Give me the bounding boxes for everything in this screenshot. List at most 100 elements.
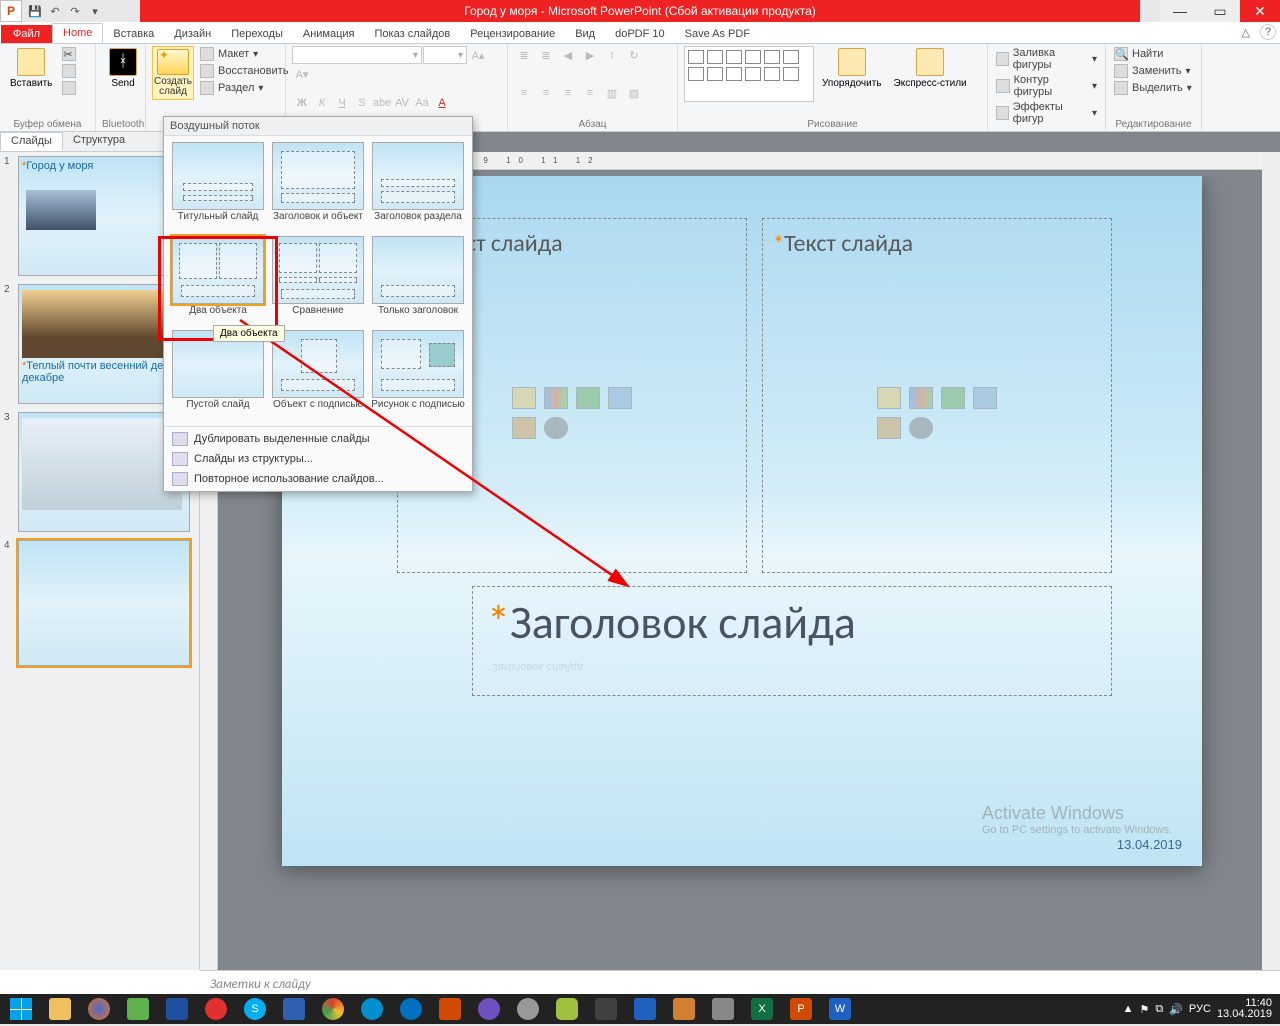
section-button[interactable]: Раздел ▾ — [198, 80, 290, 96]
indent-icon[interactable]: ▶ — [580, 46, 600, 64]
picture-icon[interactable] — [973, 387, 997, 409]
tray-network-icon[interactable]: ⧉ — [1155, 1003, 1163, 1016]
columns-icon[interactable]: ▥ — [602, 84, 622, 102]
table-icon[interactable] — [877, 387, 901, 409]
new-slide-button[interactable]: Создать слайд — [152, 46, 194, 100]
shape-outline-button[interactable]: Контур фигуры ▾ — [994, 73, 1099, 99]
numbering-icon[interactable]: ≣ — [536, 46, 556, 64]
tray-volume-icon[interactable]: 🔊 — [1169, 1003, 1183, 1016]
media-icon[interactable] — [909, 417, 933, 439]
cut-button[interactable]: ✂ — [60, 46, 78, 62]
paste-button[interactable]: Вставить — [6, 46, 56, 91]
layout-blank[interactable]: Пустой слайд — [170, 330, 266, 420]
text-direction-icon[interactable]: ↻ — [624, 46, 644, 64]
help-icon[interactable]: ? — [1260, 24, 1276, 40]
smartart-icon[interactable]: ▧ — [624, 84, 644, 102]
layout-content-caption[interactable]: Объект с подписью — [270, 330, 366, 420]
tray-flag-icon[interactable]: ⚑ — [1139, 1003, 1149, 1016]
bullets-icon[interactable]: ≣ — [514, 46, 534, 64]
pane-tab-outline[interactable]: Структура — [63, 132, 135, 151]
shape-effects-button[interactable]: Эффекты фигур ▾ — [994, 100, 1099, 126]
underline-icon[interactable]: Ч — [332, 94, 352, 112]
font-color-icon[interactable]: A — [432, 94, 452, 112]
ribbon-minimize-icon[interactable]: △ — [1242, 26, 1250, 39]
tray-language[interactable]: РУС — [1189, 1003, 1211, 1015]
slides-from-outline-menu[interactable]: Слайды из структуры... — [164, 449, 472, 469]
chart-icon[interactable] — [909, 387, 933, 409]
tab-animation[interactable]: Анимация — [293, 25, 365, 43]
align-center-icon[interactable]: ≡ — [536, 84, 556, 102]
taskbar-app5[interactable] — [548, 995, 586, 1023]
tab-insert[interactable]: Вставка — [103, 25, 164, 43]
tab-dopdf[interactable]: doPDF 10 — [605, 25, 675, 43]
spacing-icon[interactable]: AV — [392, 94, 412, 112]
grow-font-icon[interactable]: A▴ — [468, 46, 488, 64]
taskbar-skype[interactable]: S — [236, 995, 274, 1023]
taskbar-store[interactable] — [119, 995, 157, 1023]
chart-icon[interactable] — [544, 387, 568, 409]
align-right-icon[interactable]: ≡ — [558, 84, 578, 102]
smartart-icon[interactable] — [576, 387, 600, 409]
taskbar-opera[interactable] — [197, 995, 235, 1023]
maximize-button[interactable]: ▭ — [1200, 0, 1240, 22]
taskbar-app2[interactable] — [353, 995, 391, 1023]
layout-title-slide[interactable]: Титульный слайд — [170, 142, 266, 232]
clipart-icon[interactable] — [512, 417, 536, 439]
taskbar-vbox[interactable] — [275, 995, 313, 1023]
layout-section-header[interactable]: Заголовок раздела — [370, 142, 466, 232]
reuse-slides-menu[interactable]: Повторное использование слайдов... — [164, 469, 472, 489]
font-family-combo[interactable]: ▾ — [292, 46, 422, 64]
thumbnail-4[interactable]: 4 — [4, 540, 195, 666]
strike-icon[interactable]: S — [352, 94, 372, 112]
minimize-button[interactable]: — — [1160, 0, 1200, 22]
tab-slideshow[interactable]: Показ слайдов — [365, 25, 461, 43]
clipart-icon[interactable] — [877, 417, 901, 439]
italic-icon[interactable]: К — [312, 94, 332, 112]
layout-picture-caption[interactable]: Рисунок с подписью — [370, 330, 466, 420]
taskbar-app3[interactable] — [431, 995, 469, 1023]
justify-icon[interactable]: ≡ — [580, 84, 600, 102]
qat-more-icon[interactable]: ▾ — [86, 2, 104, 20]
line-spacing-icon[interactable]: ↕ — [602, 46, 622, 64]
shadow-icon[interactable]: abe — [372, 94, 392, 112]
shapes-gallery[interactable] — [684, 46, 814, 102]
replace-button[interactable]: Заменить ▾ — [1112, 63, 1195, 79]
tab-saveaspdf[interactable]: Save As PDF — [675, 25, 760, 43]
shrink-font-icon[interactable]: A▾ — [292, 65, 312, 83]
taskbar-chrome[interactable] — [314, 995, 352, 1023]
copy-button[interactable] — [60, 63, 78, 79]
taskbar-app8[interactable] — [665, 995, 703, 1023]
start-button[interactable] — [2, 995, 40, 1023]
save-icon[interactable]: 💾 — [26, 2, 44, 20]
vertical-scrollbar[interactable] — [1262, 152, 1280, 970]
close-button[interactable]: ✕ — [1240, 0, 1280, 22]
tab-design[interactable]: Дизайн — [164, 25, 221, 43]
taskbar-powerpoint[interactable]: P — [782, 995, 820, 1023]
duplicate-slides-menu[interactable]: Дублировать выделенные слайды — [164, 429, 472, 449]
outdent-icon[interactable]: ◀ — [558, 46, 578, 64]
taskbar-app9[interactable] — [704, 995, 742, 1023]
reset-button[interactable]: Восстановить — [198, 63, 290, 79]
tab-transitions[interactable]: Переходы — [221, 25, 293, 43]
tab-home[interactable]: Home — [52, 23, 103, 43]
layout-comparison[interactable]: Сравнение — [270, 236, 366, 326]
undo-icon[interactable]: ↶ — [46, 2, 64, 20]
taskbar-app6[interactable] — [587, 995, 625, 1023]
tab-review[interactable]: Рецензирование — [460, 25, 565, 43]
tray-clock[interactable]: 11:4013.04.2019 — [1217, 998, 1272, 1020]
media-icon[interactable] — [544, 417, 568, 439]
shape-fill-button[interactable]: Заливка фигуры ▾ — [994, 46, 1099, 72]
taskbar-app7[interactable] — [626, 995, 664, 1023]
arrange-button[interactable]: Упорядочить — [818, 46, 886, 91]
taskbar-firefox[interactable] — [80, 995, 118, 1023]
align-left-icon[interactable]: ≡ — [514, 84, 534, 102]
bluetooth-send-button[interactable]: ᚼ Send — [102, 46, 144, 91]
font-size-combo[interactable]: ▾ — [423, 46, 467, 64]
taskbar-teamviewer[interactable] — [392, 995, 430, 1023]
tray-up-icon[interactable]: ▲ — [1123, 1003, 1134, 1015]
layout-button[interactable]: Макет ▾ — [198, 46, 290, 62]
taskbar-excel[interactable]: X — [743, 995, 781, 1023]
taskbar-explorer[interactable] — [41, 995, 79, 1023]
file-tab[interactable]: Файл — [1, 25, 52, 43]
content-placeholder-right[interactable]: *Текст слайда — [762, 218, 1112, 573]
